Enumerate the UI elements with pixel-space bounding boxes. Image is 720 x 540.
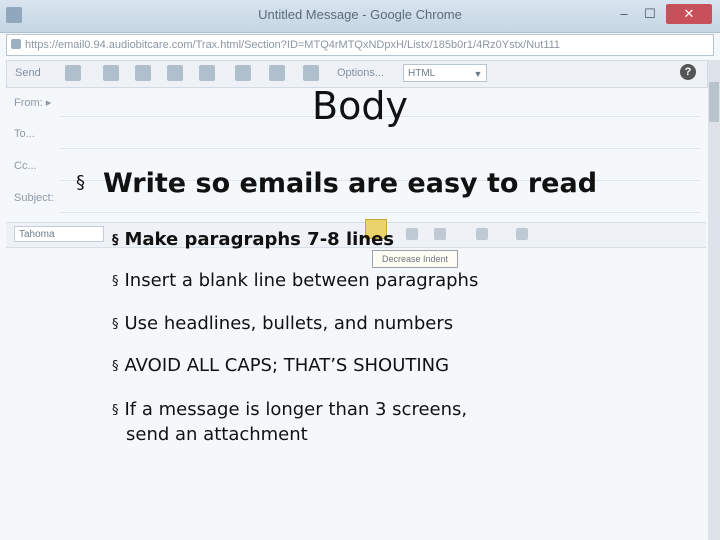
- bullet-marker: §: [112, 233, 119, 248]
- highlight-icon[interactable]: [434, 228, 446, 240]
- contacts-icon[interactable]: [167, 65, 183, 81]
- to-button[interactable]: To...: [14, 128, 35, 140]
- title-bar: Untitled Message - Google Chrome – ☐ ✕: [0, 0, 720, 33]
- bullet-marker: §: [76, 172, 85, 193]
- page-icon: [11, 39, 21, 49]
- format-select[interactable]: HTML ▼: [403, 64, 487, 82]
- flag-icon[interactable]: [235, 65, 251, 81]
- bullet-marker: §: [112, 274, 119, 289]
- sub-bullet-text: AVOID ALL CAPS; THAT’S SHOUTING: [124, 355, 450, 376]
- increase-indent-icon[interactable]: [406, 228, 418, 240]
- help-icon[interactable]: ?: [680, 64, 696, 80]
- bullet-marker: §: [112, 403, 119, 418]
- sub-bullet-text: Use headlines, bullets, and numbers: [124, 313, 454, 334]
- send-button[interactable]: Send: [15, 64, 41, 82]
- font-select[interactable]: Tahoma: [14, 226, 104, 242]
- sub-bullet: § Make paragraphs 7-8 lines: [112, 228, 394, 253]
- sub-bullet: § Use headlines, bullets, and numbers: [112, 312, 453, 337]
- close-button[interactable]: ✕: [666, 4, 712, 24]
- attach-icon[interactable]: [103, 65, 119, 81]
- bullet-marker: §: [112, 359, 119, 374]
- chevron-down-icon: ▼: [473, 69, 483, 79]
- sub-bullet-text: If a message is longer than 3 screens,: [124, 399, 468, 420]
- sub-bullet-continuation: send an attachment: [126, 424, 308, 445]
- address-url: https://email0.94.audiobitcare.com/Trax.…: [25, 39, 561, 51]
- subject-label: Subject:: [14, 192, 54, 204]
- slide-title: Body: [312, 84, 408, 128]
- spellcheck-icon[interactable]: [199, 65, 215, 81]
- sub-bullet: § If a message is longer than 3 screens, …: [112, 398, 467, 447]
- format-value: HTML: [408, 68, 436, 79]
- options-button[interactable]: Options...: [337, 64, 384, 82]
- more-options-icon[interactable]: [516, 228, 528, 240]
- subject-field[interactable]: [60, 212, 700, 213]
- to-field[interactable]: [60, 148, 700, 149]
- address-book-icon[interactable]: [135, 65, 151, 81]
- bullet-marker: §: [112, 317, 119, 332]
- cc-button[interactable]: Cc...: [14, 160, 37, 172]
- save-icon[interactable]: [65, 65, 81, 81]
- main-bullet-text: Write so emails are easy to read: [103, 168, 598, 199]
- sub-bullet: § Insert a blank line between paragraphs: [112, 269, 478, 294]
- sub-bullet-text: Make paragraphs 7-8 lines: [124, 229, 395, 250]
- priority-icon[interactable]: [269, 65, 285, 81]
- signature-icon[interactable]: [303, 65, 319, 81]
- font-color-icon[interactable]: [476, 228, 488, 240]
- scrollbar[interactable]: [708, 60, 720, 540]
- sub-bullet: § AVOID ALL CAPS; THAT’S SHOUTING: [112, 354, 449, 379]
- sub-bullet-text: Insert a blank line between paragraphs: [124, 270, 479, 291]
- main-bullet: § Write so emails are easy to read: [76, 168, 597, 199]
- minimize-button[interactable]: –: [610, 4, 638, 24]
- maximize-button[interactable]: ☐: [636, 4, 664, 24]
- address-bar[interactable]: https://email0.94.audiobitcare.com/Trax.…: [6, 34, 714, 56]
